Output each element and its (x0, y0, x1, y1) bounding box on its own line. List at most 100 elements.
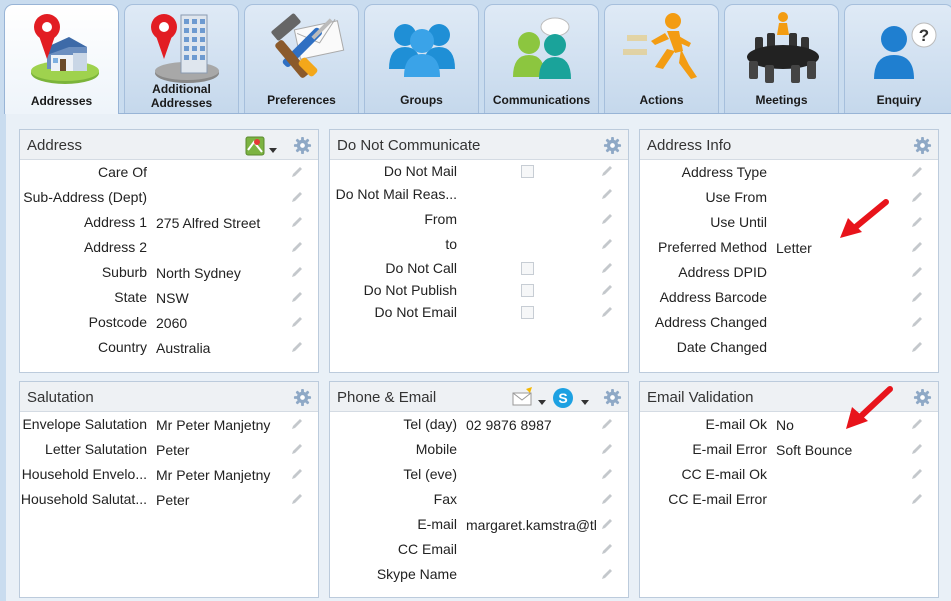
pencil-icon[interactable] (290, 240, 304, 254)
field-cc-email[interactable]: CC Email (330, 539, 628, 561)
pencil-icon[interactable] (290, 417, 304, 431)
field-suburb[interactable]: Suburb North Sydney (20, 262, 318, 284)
field-state[interactable]: State NSW (20, 287, 318, 309)
chevron-down-icon[interactable] (581, 393, 589, 411)
pencil-icon[interactable] (600, 442, 614, 456)
gear-icon[interactable] (603, 136, 622, 155)
field-cc-email-error[interactable]: CC E-mail Error (640, 489, 938, 511)
pencil-icon[interactable] (910, 315, 924, 329)
do-not-email-checkbox[interactable] (521, 306, 534, 319)
field-country[interactable]: Country Australia (20, 337, 318, 359)
field-address-barcode[interactable]: Address Barcode (640, 287, 938, 309)
pencil-icon[interactable] (910, 417, 924, 431)
pencil-icon[interactable] (290, 340, 304, 354)
field-use-from[interactable]: Use From (640, 187, 938, 209)
pencil-icon[interactable] (910, 265, 924, 279)
field-postcode[interactable]: Postcode 2060 (20, 312, 318, 334)
pencil-icon[interactable] (600, 283, 614, 297)
pencil-icon[interactable] (290, 290, 304, 304)
field-letter-salutation[interactable]: Letter Salutation Peter (20, 439, 318, 461)
field-do-not-mail[interactable]: Do Not Mail (330, 161, 628, 183)
field-skype-name[interactable]: Skype Name (330, 564, 628, 586)
pencil-icon[interactable] (290, 265, 304, 279)
field-from[interactable]: From (330, 209, 628, 231)
pencil-icon[interactable] (910, 290, 924, 304)
field-cc-email-ok[interactable]: CC E-mail Ok (640, 464, 938, 486)
field-tel-day[interactable]: Tel (day) 02 9876 8987 (330, 414, 628, 436)
pencil-icon[interactable] (600, 305, 614, 319)
field-do-not-call[interactable]: Do Not Call (330, 258, 628, 280)
pencil-icon[interactable] (600, 542, 614, 556)
tab-actions[interactable]: Actions (604, 4, 719, 113)
field-envelope-salutation[interactable]: Envelope Salutation Mr Peter Manjetny (20, 414, 318, 436)
pencil-icon[interactable] (910, 165, 924, 179)
pencil-icon[interactable] (910, 215, 924, 229)
gear-icon[interactable] (913, 388, 932, 407)
gear-icon[interactable] (293, 136, 312, 155)
field-address-changed[interactable]: Address Changed (640, 312, 938, 334)
field-do-not-mail-reason[interactable]: Do Not Mail Reas... (330, 184, 628, 206)
field-care-of[interactable]: Care Of (20, 162, 318, 184)
pencil-icon[interactable] (600, 467, 614, 481)
pencil-icon[interactable] (910, 442, 924, 456)
field-household-salutation[interactable]: Household Salutat... Peter (20, 489, 318, 511)
pencil-icon[interactable] (910, 467, 924, 481)
do-not-mail-checkbox[interactable] (521, 165, 534, 178)
tab-meetings[interactable]: Meetings (724, 4, 839, 113)
gear-icon[interactable] (913, 136, 932, 155)
tab-additional-addresses[interactable]: Additional Addresses (124, 4, 239, 113)
pencil-icon[interactable] (290, 315, 304, 329)
pencil-icon[interactable] (290, 190, 304, 204)
field-tel-eve[interactable]: Tel (eve) (330, 464, 628, 486)
pencil-icon[interactable] (600, 492, 614, 506)
gear-icon[interactable] (603, 388, 622, 407)
pencil-icon[interactable] (290, 165, 304, 179)
field-to[interactable]: to (330, 234, 628, 256)
pencil-icon[interactable] (910, 190, 924, 204)
pencil-icon[interactable] (910, 340, 924, 354)
pencil-icon[interactable] (600, 187, 614, 201)
field-label: Country (97, 339, 147, 355)
field-address-2[interactable]: Address 2 (20, 237, 318, 259)
field-use-until[interactable]: Use Until (640, 212, 938, 234)
pencil-icon[interactable] (600, 164, 614, 178)
field-email-error[interactable]: E-mail Error Soft Bounce (640, 439, 938, 461)
field-address-type[interactable]: Address Type (640, 162, 938, 184)
pencil-icon[interactable] (600, 567, 614, 581)
tab-preferences[interactable]: Preferences (244, 4, 359, 113)
tab-communications[interactable]: Communications (484, 4, 599, 113)
field-email[interactable]: E-mail margaret.kamstra@th (330, 514, 628, 536)
map-icon[interactable] (245, 136, 265, 161)
pencil-icon[interactable] (290, 492, 304, 506)
chevron-down-icon[interactable] (538, 393, 546, 411)
skype-icon[interactable]: S (552, 387, 574, 414)
email-compose-icon[interactable] (512, 387, 534, 412)
field-preferred-method[interactable]: Preferred Method Letter (640, 237, 938, 259)
pencil-icon[interactable] (600, 517, 614, 531)
field-sub-address[interactable]: Sub-Address (Dept) (20, 187, 318, 209)
tab-groups[interactable]: Groups (364, 4, 479, 113)
pencil-icon[interactable] (290, 442, 304, 456)
field-do-not-publish[interactable]: Do Not Publish (330, 280, 628, 302)
do-not-publish-checkbox[interactable] (521, 284, 534, 297)
pencil-icon[interactable] (290, 467, 304, 481)
field-mobile[interactable]: Mobile (330, 439, 628, 461)
do-not-call-checkbox[interactable] (521, 262, 534, 275)
pencil-icon[interactable] (600, 261, 614, 275)
pencil-icon[interactable] (290, 215, 304, 229)
field-date-changed[interactable]: Date Changed (640, 337, 938, 359)
pencil-icon[interactable] (600, 417, 614, 431)
pencil-icon[interactable] (600, 212, 614, 226)
field-fax[interactable]: Fax (330, 489, 628, 511)
field-do-not-email[interactable]: Do Not Email (330, 302, 628, 324)
field-household-envelope[interactable]: Household Envelo... Mr Peter Manjetny (20, 464, 318, 486)
pencil-icon[interactable] (910, 492, 924, 506)
chevron-down-icon[interactable] (269, 141, 277, 159)
tab-addresses[interactable]: Addresses (4, 4, 119, 114)
gear-icon[interactable] (293, 388, 312, 407)
field-address-dpid[interactable]: Address DPID (640, 262, 938, 284)
pencil-icon[interactable] (910, 240, 924, 254)
tab-enquiry[interactable]: ? Enquiry (844, 4, 951, 113)
field-address-1[interactable]: Address 1 275 Alfred Street (20, 212, 318, 234)
pencil-icon[interactable] (600, 237, 614, 251)
